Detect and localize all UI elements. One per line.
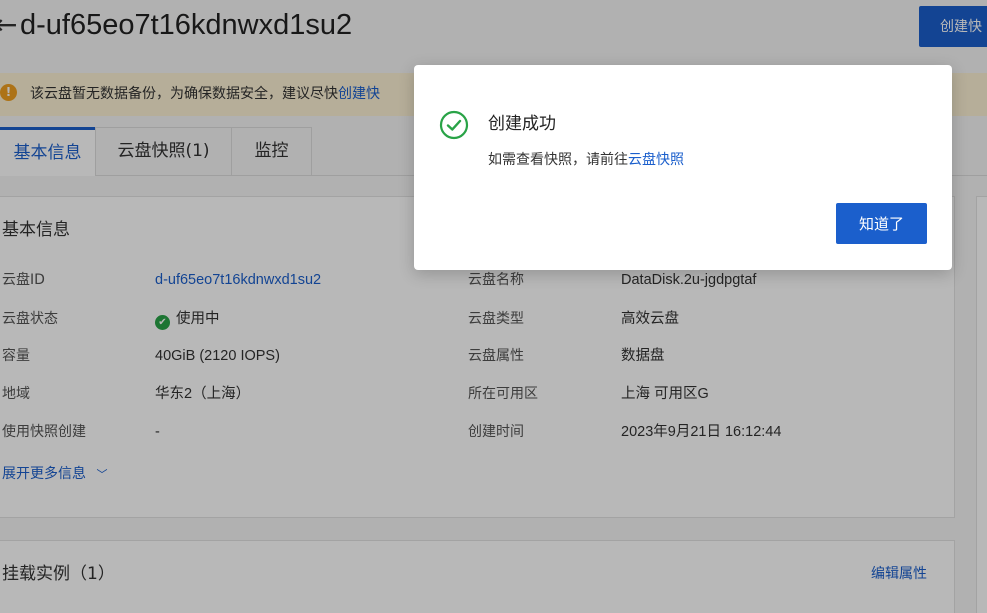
- snapshot-link[interactable]: 云盘快照: [628, 152, 684, 168]
- got-it-button[interactable]: 知道了: [836, 203, 927, 244]
- dialog-message: 如需查看快照，请前往云盘快照: [488, 150, 684, 170]
- check-circle-icon: [439, 110, 469, 140]
- disk-detail-page: ← d-uf65eo7t16kdnwxd1su2 创建快 ! 该云盘暂无数据备份…: [0, 0, 987, 613]
- dialog-title: 创建成功: [488, 114, 556, 134]
- dialog-message-text: 如需查看快照，请前往: [488, 152, 628, 168]
- success-dialog: 创建成功 如需查看快照，请前往云盘快照 知道了: [414, 65, 952, 270]
